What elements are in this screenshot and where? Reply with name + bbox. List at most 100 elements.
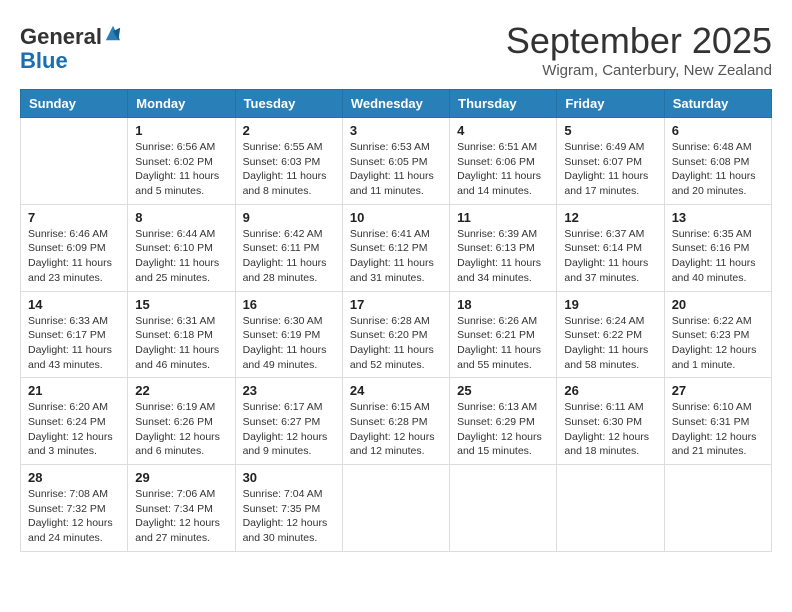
day-info: Sunrise: 6:46 AM Sunset: 6:09 PM Dayligh… [28, 227, 120, 286]
day-header-friday: Friday [557, 90, 664, 118]
day-info: Sunrise: 6:13 AM Sunset: 6:29 PM Dayligh… [457, 400, 549, 459]
day-cell: 20Sunrise: 6:22 AM Sunset: 6:23 PM Dayli… [664, 291, 771, 378]
day-info: Sunrise: 7:08 AM Sunset: 7:32 PM Dayligh… [28, 487, 120, 546]
day-cell: 19 Sunrise: 6:24 AM Sunset: 6:22 PM Dayli… [557, 291, 664, 378]
day-info: Sunrise: 6:26 AM Sunset: 6:21 PM Dayligh… [457, 314, 549, 373]
title-area: September 2025 Wigram, Canterbury, New Z… [506, 20, 772, 79]
day-header-tuesday: Tuesday [235, 90, 342, 118]
day-cell: 10 Sunrise: 6:41 AM Sunset: 6:12 PM Dayli… [342, 204, 449, 291]
day-cell [21, 118, 128, 205]
day-number: 3 [350, 123, 442, 138]
day-cell: 27 Sunrise: 6:10 AM Sunset: 6:31 PM Dayli… [664, 378, 771, 465]
month-title: September 2025 [506, 20, 772, 62]
day-cell: 25 Sunrise: 6:13 AM Sunset: 6:29 PM Dayli… [450, 378, 557, 465]
day-info: Sunrise: 6:28 AM Sunset: 6:20 PM Dayligh… [350, 314, 442, 373]
day-info: Sunrise: 6:30 AM Sunset: 6:19 PM Dayligh… [243, 314, 335, 373]
day-number: 23 [243, 383, 335, 398]
day-cell: 5Sunrise: 6:49 AM Sunset: 6:07 PM Daylig… [557, 118, 664, 205]
day-number: 19 [564, 297, 656, 312]
day-cell: 29 Sunrise: 7:06 AM Sunset: 7:34 PM Dayli… [128, 465, 235, 552]
day-info: Sunrise: 6:19 AM Sunset: 6:26 PM Dayligh… [135, 400, 227, 459]
logo-general: General [20, 25, 102, 49]
logo: General Blue [20, 25, 122, 73]
day-cell: 12 Sunrise: 6:37 AM Sunset: 6:14 PM Dayli… [557, 204, 664, 291]
logo-icon [104, 24, 122, 42]
week-row-1: 1Sunrise: 6:56 AM Sunset: 6:02 PM Daylig… [21, 118, 772, 205]
day-info: Sunrise: 6:41 AM Sunset: 6:12 PM Dayligh… [350, 227, 442, 286]
location: Wigram, Canterbury, New Zealand [506, 62, 772, 79]
day-header-thursday: Thursday [450, 90, 557, 118]
day-info: Sunrise: 6:15 AM Sunset: 6:28 PM Dayligh… [350, 400, 442, 459]
week-row-4: 21Sunrise: 6:20 AM Sunset: 6:24 PM Dayli… [21, 378, 772, 465]
day-info: Sunrise: 6:37 AM Sunset: 6:14 PM Dayligh… [564, 227, 656, 286]
day-cell: 21Sunrise: 6:20 AM Sunset: 6:24 PM Dayli… [21, 378, 128, 465]
day-info: Sunrise: 6:55 AM Sunset: 6:03 PM Dayligh… [243, 140, 335, 199]
day-info: Sunrise: 6:31 AM Sunset: 6:18 PM Dayligh… [135, 314, 227, 373]
day-number: 8 [135, 210, 227, 225]
day-number: 22 [135, 383, 227, 398]
day-info: Sunrise: 6:53 AM Sunset: 6:05 PM Dayligh… [350, 140, 442, 199]
day-cell: 13 Sunrise: 6:35 AM Sunset: 6:16 PM Dayli… [664, 204, 771, 291]
day-number: 13 [672, 210, 764, 225]
day-info: Sunrise: 6:33 AM Sunset: 6:17 PM Dayligh… [28, 314, 120, 373]
day-number: 6 [672, 123, 764, 138]
day-cell: 15 Sunrise: 6:31 AM Sunset: 6:18 PM Dayli… [128, 291, 235, 378]
day-cell: 7 Sunrise: 6:46 AM Sunset: 6:09 PM Daylig… [21, 204, 128, 291]
day-header-wednesday: Wednesday [342, 90, 449, 118]
day-number: 27 [672, 383, 764, 398]
day-number: 28 [28, 470, 120, 485]
day-number: 25 [457, 383, 549, 398]
day-cell: 8 Sunrise: 6:44 AM Sunset: 6:10 PM Daylig… [128, 204, 235, 291]
days-header-row: SundayMondayTuesdayWednesdayThursdayFrid… [21, 90, 772, 118]
day-header-sunday: Sunday [21, 90, 128, 118]
day-number: 17 [350, 297, 442, 312]
day-number: 4 [457, 123, 549, 138]
day-cell [342, 465, 449, 552]
day-cell: 24Sunrise: 6:15 AM Sunset: 6:28 PM Dayli… [342, 378, 449, 465]
day-cell: 17 Sunrise: 6:28 AM Sunset: 6:20 PM Dayli… [342, 291, 449, 378]
week-row-5: 28 Sunrise: 7:08 AM Sunset: 7:32 PM Dayli… [21, 465, 772, 552]
day-number: 26 [564, 383, 656, 398]
day-number: 18 [457, 297, 549, 312]
day-info: Sunrise: 6:51 AM Sunset: 6:06 PM Dayligh… [457, 140, 549, 199]
day-number: 15 [135, 297, 227, 312]
day-info: Sunrise: 6:42 AM Sunset: 6:11 PM Dayligh… [243, 227, 335, 286]
day-info: Sunrise: 6:20 AM Sunset: 6:24 PM Dayligh… [28, 400, 120, 459]
day-number: 14 [28, 297, 120, 312]
day-number: 7 [28, 210, 120, 225]
header: General Blue September 2025 Wigram, Cant… [20, 20, 772, 79]
day-number: 16 [243, 297, 335, 312]
day-cell: 16 Sunrise: 6:30 AM Sunset: 6:19 PM Dayli… [235, 291, 342, 378]
day-info: Sunrise: 6:11 AM Sunset: 6:30 PM Dayligh… [564, 400, 656, 459]
day-info: Sunrise: 7:06 AM Sunset: 7:34 PM Dayligh… [135, 487, 227, 546]
day-number: 12 [564, 210, 656, 225]
day-number: 2 [243, 123, 335, 138]
day-cell: 6 Sunrise: 6:48 AM Sunset: 6:08 PM Daylig… [664, 118, 771, 205]
day-info: Sunrise: 6:10 AM Sunset: 6:31 PM Dayligh… [672, 400, 764, 459]
logo-blue: Blue [20, 49, 122, 73]
day-info: Sunrise: 6:17 AM Sunset: 6:27 PM Dayligh… [243, 400, 335, 459]
day-cell: 26 Sunrise: 6:11 AM Sunset: 6:30 PM Dayli… [557, 378, 664, 465]
week-row-2: 7 Sunrise: 6:46 AM Sunset: 6:09 PM Daylig… [21, 204, 772, 291]
day-cell: 11 Sunrise: 6:39 AM Sunset: 6:13 PM Dayli… [450, 204, 557, 291]
day-cell: 1Sunrise: 6:56 AM Sunset: 6:02 PM Daylig… [128, 118, 235, 205]
day-info: Sunrise: 6:22 AM Sunset: 6:23 PM Dayligh… [672, 314, 764, 373]
day-info: Sunrise: 6:44 AM Sunset: 6:10 PM Dayligh… [135, 227, 227, 286]
day-number: 30 [243, 470, 335, 485]
day-info: Sunrise: 6:56 AM Sunset: 6:02 PM Dayligh… [135, 140, 227, 199]
day-info: Sunrise: 6:35 AM Sunset: 6:16 PM Dayligh… [672, 227, 764, 286]
day-cell: 23 Sunrise: 6:17 AM Sunset: 6:27 PM Dayli… [235, 378, 342, 465]
day-cell [664, 465, 771, 552]
day-number: 5 [564, 123, 656, 138]
day-cell: 22 Sunrise: 6:19 AM Sunset: 6:26 PM Dayli… [128, 378, 235, 465]
day-number: 29 [135, 470, 227, 485]
day-number: 10 [350, 210, 442, 225]
day-cell: 9 Sunrise: 6:42 AM Sunset: 6:11 PM Daylig… [235, 204, 342, 291]
day-info: Sunrise: 6:39 AM Sunset: 6:13 PM Dayligh… [457, 227, 549, 286]
day-number: 11 [457, 210, 549, 225]
day-cell: 14 Sunrise: 6:33 AM Sunset: 6:17 PM Dayli… [21, 291, 128, 378]
day-cell [557, 465, 664, 552]
day-number: 9 [243, 210, 335, 225]
day-info: Sunrise: 6:24 AM Sunset: 6:22 PM Dayligh… [564, 314, 656, 373]
day-info: Sunrise: 6:48 AM Sunset: 6:08 PM Dayligh… [672, 140, 764, 199]
